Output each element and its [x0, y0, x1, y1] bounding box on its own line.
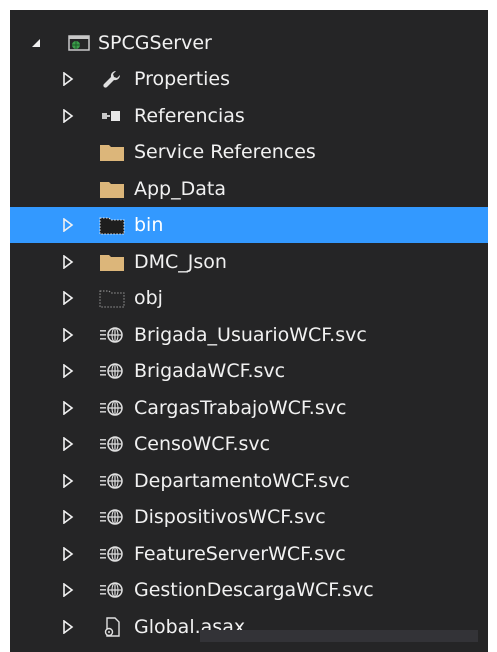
tree-item-label: DepartamentoWCF.svc: [134, 469, 350, 492]
tree-item-label: CensoWCF.svc: [134, 433, 271, 455]
tree-item-label: CargasTrabajoWCF.svc: [134, 396, 347, 419]
tree-item-featureserverwcf-svc[interactable]: FeatureServerWCF.svc: [10, 536, 488, 572]
tree-item-obj[interactable]: obj: [10, 280, 488, 316]
svc-file-icon: [98, 317, 126, 353]
hidden-folder-icon: [98, 207, 126, 243]
tree-root-label: SPCGServer: [98, 32, 212, 54]
svc-file-icon: [98, 499, 126, 535]
tree-item-gestiondescargawcf-svc[interactable]: GestionDescargaWCF.svc: [10, 572, 488, 608]
tree-item-label: bin: [134, 214, 164, 236]
tree-item-label: obj: [134, 287, 163, 309]
tree-item-service-references[interactable]: Service References: [10, 134, 488, 170]
tree-item-label: Service References: [134, 141, 316, 163]
svc-file-icon: [98, 463, 126, 499]
tree-item-dispositivoswcf-svc[interactable]: DispositivosWCF.svc: [10, 499, 488, 535]
tree-item-brigada-usuariowcf-svc[interactable]: Brigada_UsuarioWCF.svc: [10, 317, 488, 353]
tree-item-label: GestionDescargaWCF.svc: [134, 579, 374, 601]
web-project-icon: [65, 25, 93, 61]
references-icon: [98, 98, 126, 134]
tree-item-label: Referencias: [134, 104, 245, 127]
tree-item-label: Brigada_UsuarioWCF.svc: [134, 323, 367, 346]
collapsed-triangle-icon[interactable]: [58, 61, 78, 97]
tree-item-label: Properties: [134, 68, 231, 90]
collapsed-triangle-icon[interactable]: [58, 353, 78, 389]
collapsed-triangle-icon[interactable]: [58, 390, 78, 426]
collapsed-triangle-icon[interactable]: [58, 317, 78, 353]
tree-item-label: DMC_Json: [134, 250, 227, 273]
horizontal-scroll-strip: [200, 630, 478, 642]
collapsed-triangle-icon[interactable]: [58, 426, 78, 462]
svc-file-icon: [98, 536, 126, 572]
svc-file-icon: [98, 390, 126, 426]
collapsed-triangle-icon[interactable]: [58, 463, 78, 499]
collapsed-triangle-icon[interactable]: [58, 280, 78, 316]
tree-item-dmc-json[interactable]: DMC_Json: [10, 244, 488, 280]
tree-item-bin[interactable]: bin: [10, 207, 488, 243]
collapsed-triangle-icon[interactable]: [58, 572, 78, 608]
tree-root-spcgserver[interactable]: SPCGServer: [10, 25, 488, 61]
folder-icon: [98, 134, 126, 170]
tree-item-label: BrigadaWCF.svc: [134, 360, 286, 382]
tree-item-label: App_Data: [134, 177, 226, 200]
svc-file-icon: [98, 353, 126, 389]
svc-file-icon: [98, 426, 126, 462]
tree-item-departamentowcf-svc[interactable]: DepartamentoWCF.svc: [10, 463, 488, 499]
collapsed-triangle-icon[interactable]: [58, 609, 78, 645]
dotted-folder-icon: [98, 280, 126, 316]
collapsed-triangle-icon[interactable]: [58, 98, 78, 134]
tree-item-app-data[interactable]: App_Data: [10, 171, 488, 207]
solution-explorer-panel: SPCGServer Properties Referencias Service …: [10, 10, 488, 652]
collapsed-triangle-icon[interactable]: [58, 499, 78, 535]
tree-item-properties[interactable]: Properties: [10, 61, 488, 97]
tree-item-brigadawcf-svc[interactable]: BrigadaWCF.svc: [10, 353, 488, 389]
expanded-triangle-icon[interactable]: [26, 25, 46, 61]
tree-item-label: FeatureServerWCF.svc: [134, 542, 346, 565]
wrench-icon: [98, 61, 126, 97]
folder-icon: [98, 171, 126, 207]
folder-icon: [98, 244, 126, 280]
collapsed-triangle-icon[interactable]: [58, 207, 78, 243]
tree-item-label: DispositivosWCF.svc: [134, 506, 326, 528]
asax-file-icon: [98, 609, 126, 645]
svc-file-icon: [98, 572, 126, 608]
collapsed-triangle-icon[interactable]: [58, 244, 78, 280]
tree-item-referencias[interactable]: Referencias: [10, 98, 488, 134]
tree-item-cargastrabajowcf-svc[interactable]: CargasTrabajoWCF.svc: [10, 390, 488, 426]
tree-item-censowcf-svc[interactable]: CensoWCF.svc: [10, 426, 488, 462]
collapsed-triangle-icon[interactable]: [58, 536, 78, 572]
window-frame: SPCGServer Properties Referencias Service …: [0, 0, 497, 652]
